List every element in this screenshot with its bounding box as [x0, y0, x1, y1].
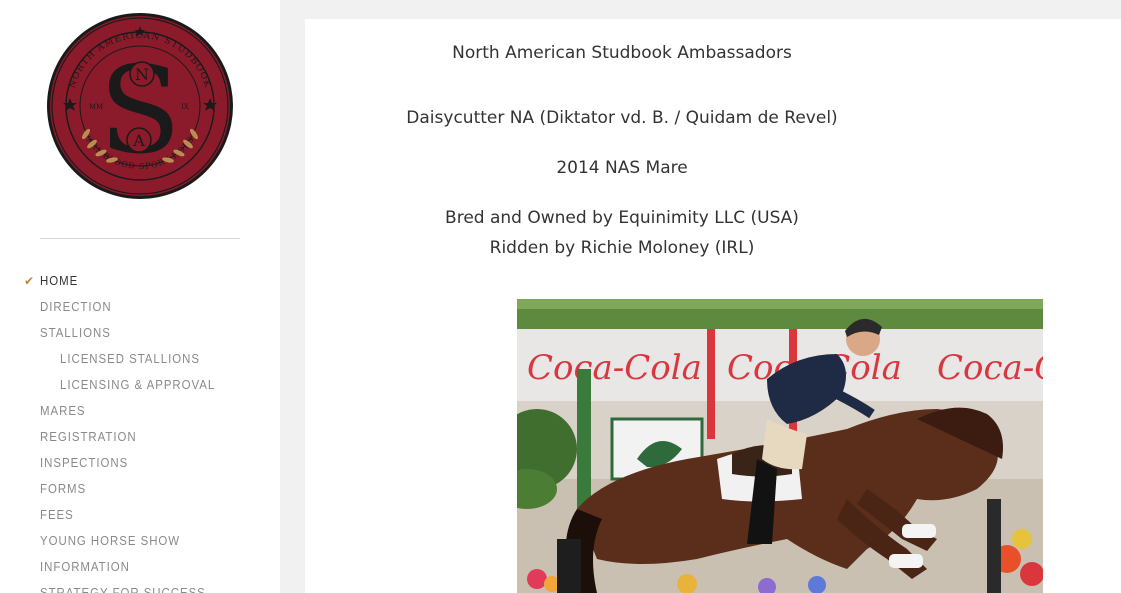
sidebar-item-forms[interactable]: FORMS [0, 478, 280, 504]
sidebar-item-inspections[interactable]: INSPECTIONS [0, 452, 280, 478]
sidebar-item-label: INFORMATION [40, 559, 130, 574]
sidebar-item-direction[interactable]: DIRECTION [0, 296, 280, 322]
page-title: North American Studbook Ambassadors [452, 43, 792, 63]
sidebar-item-label: HOME [40, 273, 79, 288]
sidebar-nav: ✔ HOME DIRECTION STALLIONS LICENSED STAL… [0, 270, 280, 593]
svg-text:Coca-Cola: Coca-Cola [527, 348, 702, 388]
sidebar-item-information[interactable]: INFORMATION [0, 556, 280, 582]
main-content: North American Studbook Ambassadors Dais… [305, 19, 1121, 593]
sidebar-item-licensed-stallions[interactable]: LICENSED STALLIONS [0, 348, 280, 374]
sidebar-item-stallions[interactable]: STALLIONS [0, 322, 280, 348]
sidebar-item-label: REGISTRATION [40, 429, 137, 444]
sidebar-item-label: STALLIONS [40, 325, 111, 340]
checkmark-icon: ✔ [24, 274, 36, 288]
logo-left-mark: MM [89, 103, 103, 111]
horse-jumping-photo[interactable]: Coca-Cola Coca-Cola Coca-Cola [517, 299, 1043, 593]
sidebar: NORTH AMERICAN STUDBOOK WARMBLOOD SPORT … [0, 0, 280, 593]
sidebar-item-label: YOUNG HORSE SHOW [40, 533, 181, 548]
sidebar-item-strategy-for-success[interactable]: STRATEGY FOR SUCCESS [0, 582, 280, 593]
sidebar-divider [40, 238, 240, 239]
svg-text:Coca-Cola: Coca-Cola [937, 348, 1043, 388]
sidebar-item-label: STRATEGY FOR SUCCESS [40, 585, 206, 593]
sidebar-item-licensing-approval[interactable]: LICENSING & APPROVAL [0, 374, 280, 400]
logo-letter-a: A [132, 131, 145, 150]
page: NORTH AMERICAN STUDBOOK WARMBLOOD SPORT … [0, 0, 1121, 593]
sidebar-item-label: LICENSING & APPROVAL [60, 377, 216, 392]
logo-right-mark: IX [181, 103, 189, 111]
sidebar-item-fees[interactable]: FEES [0, 504, 280, 530]
rider: Ridden by Richie Moloney (IRL) [489, 238, 755, 258]
sidebar-item-mares[interactable]: MARES [0, 400, 280, 426]
breeder-owner: Bred and Owned by Equinimity LLC (USA) [445, 208, 799, 228]
horse-name: Daisycutter NA (Diktator vd. B. / Quidam… [406, 108, 838, 128]
sidebar-item-home[interactable]: ✔ HOME [0, 270, 280, 296]
sidebar-item-label: LICENSED STALLIONS [60, 351, 200, 366]
logo-letter-n: N [135, 65, 149, 84]
sidebar-item-label: INSPECTIONS [40, 455, 129, 470]
sidebar-item-registration[interactable]: REGISTRATION [0, 426, 280, 452]
sidebar-item-young-horse-show[interactable]: YOUNG HORSE SHOW [0, 530, 280, 556]
studbook-logo[interactable]: NORTH AMERICAN STUDBOOK WARMBLOOD SPORT … [46, 12, 234, 200]
sidebar-item-label: DIRECTION [40, 299, 112, 314]
horse-info: 2014 NAS Mare [556, 158, 688, 178]
sidebar-item-label: FORMS [40, 481, 87, 496]
sidebar-item-label: MARES [40, 403, 86, 418]
sidebar-item-label: FEES [40, 507, 74, 522]
